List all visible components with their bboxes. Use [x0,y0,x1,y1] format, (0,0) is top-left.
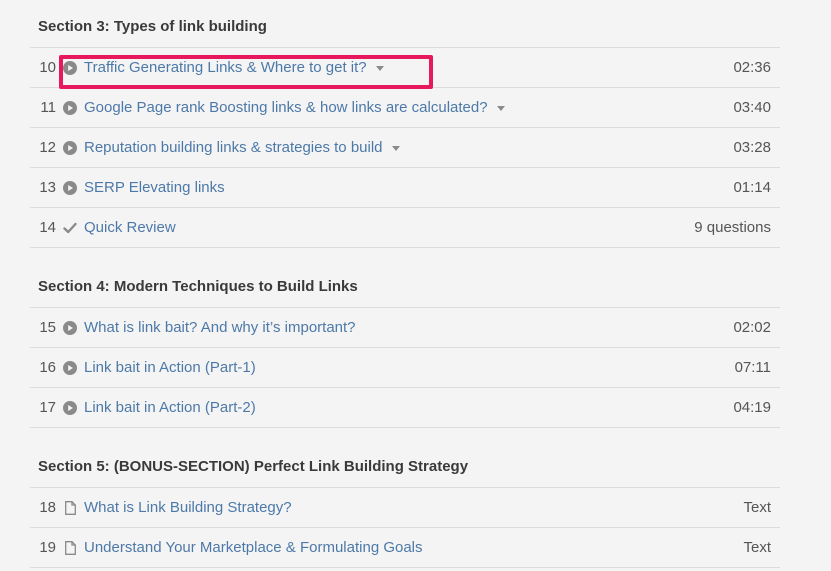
lecture-number: 16 [39,359,56,376]
section-title: Section 3: Types of link building [30,7,780,48]
lecture-duration: 01:14 [733,179,771,196]
chevron-down-icon[interactable] [496,106,505,111]
lecture-row[interactable]: 16 Link bait in Action (Part-1) 07:11 [30,348,780,388]
quiz-title-link[interactable]: Quick Review [84,219,176,236]
lecture-title-link[interactable]: Understand Your Marketplace & Formulatin… [84,539,423,556]
lecture-number: 17 [39,399,56,416]
document-icon [56,500,84,515]
lecture-title-link[interactable]: Reputation building links & strategies t… [84,139,383,156]
lecture-duration: 07:11 [734,359,771,376]
lecture-title-link[interactable]: Link bait in Action (Part-2) [84,399,256,416]
lecture-title-link[interactable]: What is link bait? And why it’s importan… [84,319,356,336]
chevron-down-icon[interactable] [375,66,384,71]
play-icon[interactable] [56,360,84,375]
lecture-title-link[interactable]: Traffic Generating Links & Where to get … [84,59,367,76]
lecture-number: 14 [39,219,56,236]
lecture-row[interactable]: 11 Google Page rank Boosting links & how… [30,88,780,128]
lecture-row[interactable]: 19 Understand Your Marketplace & Formula… [30,528,780,568]
play-icon[interactable] [56,100,84,115]
quiz-row[interactable]: 14 Quick Review 9 questions [30,208,780,248]
lecture-number: 18 [39,499,56,516]
lecture-title-link[interactable]: Google Page rank Boosting links & how li… [84,99,488,116]
document-icon [56,540,84,555]
play-icon[interactable] [56,140,84,155]
lecture-type: Text [743,539,771,556]
lecture-row[interactable]: 13 SERP Elevating links 01:14 [30,168,780,208]
section-3: Section 3: Types of link building 10 Tra… [30,7,780,248]
section-title: Section 5: (BONUS-SECTION) Perfect Link … [30,447,780,488]
lecture-type: Text [743,499,771,516]
play-icon[interactable] [56,60,84,75]
lecture-number: 12 [39,139,56,156]
lecture-number: 13 [39,179,56,196]
lecture-row[interactable]: 15 What is link bait? And why it’s impor… [30,308,780,348]
play-icon[interactable] [56,400,84,415]
lecture-number: 10 [39,59,56,76]
lecture-duration: 02:02 [733,319,771,336]
lecture-title-link[interactable]: SERP Elevating links [84,179,225,196]
chevron-down-icon[interactable] [391,146,400,151]
lecture-number: 15 [39,319,56,336]
quiz-question-count: 9 questions [694,219,771,236]
lecture-row[interactable]: 17 Link bait in Action (Part-2) 04:19 [30,388,780,428]
lecture-title-link[interactable]: Link bait in Action (Part-1) [84,359,256,376]
lecture-row[interactable]: 18 What is Link Building Strategy? Text [30,488,780,528]
lecture-title-link[interactable]: What is Link Building Strategy? [84,499,292,516]
lecture-duration: 04:19 [733,399,771,416]
section-4: Section 4: Modern Techniques to Build Li… [30,267,780,428]
curriculum-page: Section 3: Types of link building 10 Tra… [0,0,831,571]
lecture-number: 11 [40,99,56,116]
section-title: Section 4: Modern Techniques to Build Li… [30,267,780,308]
lecture-duration: 03:28 [733,139,771,156]
play-icon[interactable] [56,320,84,335]
lecture-row[interactable]: 10 Traffic Generating Links & Where to g… [30,48,780,89]
lecture-duration: 02:36 [733,59,771,76]
check-icon [56,222,84,234]
play-icon[interactable] [56,180,84,195]
lecture-row[interactable]: 12 Reputation building links & strategie… [30,128,780,168]
lecture-number: 19 [39,539,56,556]
lecture-duration: 03:40 [733,99,771,116]
section-5: Section 5: (BONUS-SECTION) Perfect Link … [30,447,780,568]
